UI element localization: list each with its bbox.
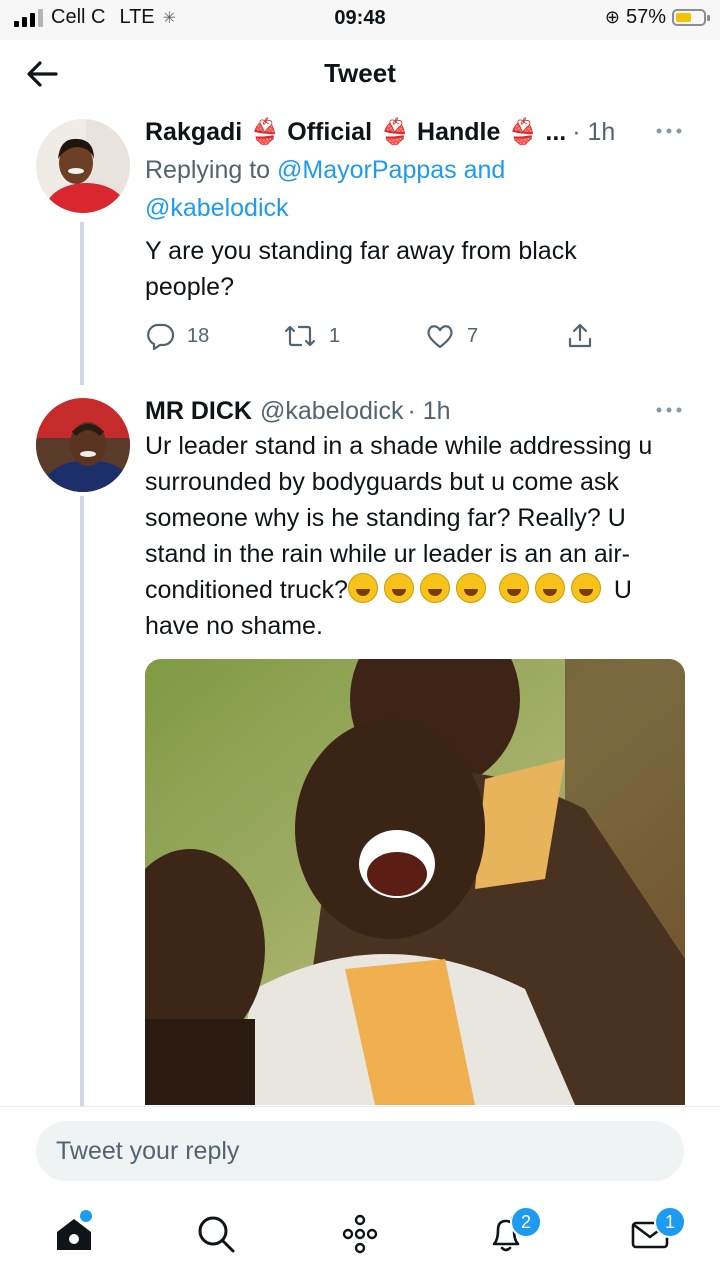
bottom-tab-bar: 2 1 [0, 1196, 720, 1280]
author-handle[interactable]: @kabelodick [260, 394, 404, 428]
replying-to-label: Replying to [145, 156, 271, 184]
rofl-emoji [419, 573, 450, 603]
tweet-photo[interactable] [145, 659, 685, 1105]
tweet-1[interactable]: Rakgadi 👙 Official 👙 Handle 👙 ... · 1h R… [0, 115, 720, 385]
reply-icon [147, 323, 175, 351]
spaces-icon[interactable] [338, 1212, 382, 1256]
status-right: ⊕ 57% [604, 6, 710, 29]
laughing-children-photo [145, 659, 685, 1105]
tweet-text-block: Ur leader stand in a shade while address… [145, 428, 690, 644]
rofl-emoji [534, 573, 565, 603]
author-name[interactable]: MR DICK [145, 394, 252, 428]
tweet-actions: 18 1 7 [145, 321, 605, 355]
tweet-1-author-row: Rakgadi 👙 Official 👙 Handle 👙 ... · 1h [145, 115, 690, 149]
rofl-emoji [347, 573, 378, 603]
rofl-emoji [570, 573, 601, 603]
avatar-mr-dick[interactable] [36, 398, 130, 492]
share-button[interactable] [565, 321, 595, 351]
battery-percent: 57% [625, 6, 666, 28]
tweet-text: Y are you standing far away from black p… [145, 237, 577, 301]
retweet-icon [284, 325, 316, 347]
home-unread-dot [80, 1210, 92, 1222]
orientation-lock-icon: ⊕ [604, 7, 620, 27]
page-title: Tweet [324, 58, 396, 88]
share-icon [568, 323, 592, 348]
thread-line [80, 496, 84, 1106]
tweet-time: · 1h [572, 118, 616, 146]
notifications-badge: 2 [510, 1206, 542, 1238]
replying-to: Replying to @MayorPappas and @kabelodick [145, 151, 690, 227]
tweet-2-body: MR DICK @kabelodick · 1h Ur leader stand… [145, 394, 690, 644]
thread-line [80, 222, 84, 385]
heart-icon [427, 325, 453, 349]
battery-icon [672, 9, 710, 26]
rofl-emoji [455, 573, 486, 603]
more-options-icon[interactable] [654, 121, 684, 141]
retweet-button[interactable]: 1 [283, 321, 340, 351]
mention-kabelodick[interactable]: @kabelodick [145, 194, 289, 222]
reply-bar: Tweet your reply [0, 1106, 720, 1197]
like-button[interactable]: 7 [425, 321, 478, 351]
tweet-2-author-row: MR DICK @kabelodick · 1h [145, 394, 690, 428]
search-icon[interactable] [194, 1212, 238, 1256]
status-bar: Cell C LTE ✳ 09:48 ⊕ 57% [0, 0, 720, 40]
mention-mayorpappas[interactable]: @MayorPappas [277, 156, 457, 184]
reply-button[interactable]: 18 [145, 321, 209, 351]
tweet-time: · 1h [407, 397, 451, 425]
messages-badge: 1 [654, 1206, 686, 1238]
tweet-1-body: Rakgadi 👙 Official 👙 Handle 👙 ... · 1h R… [145, 115, 690, 351]
rofl-emoji [383, 573, 414, 603]
rofl-emoji [498, 573, 529, 603]
author-name[interactable]: Rakgadi 👙 Official 👙 Handle 👙 ... [145, 115, 566, 149]
mention-and[interactable]: and [464, 156, 506, 184]
tweet-header: Tweet [0, 40, 720, 108]
like-count: 7 [467, 324, 479, 347]
avatar-rakgadi[interactable] [36, 119, 130, 213]
retweet-count: 1 [329, 324, 341, 347]
more-options-icon[interactable] [654, 400, 684, 420]
reply-count: 18 [187, 324, 210, 347]
reply-input[interactable]: Tweet your reply [36, 1121, 684, 1181]
